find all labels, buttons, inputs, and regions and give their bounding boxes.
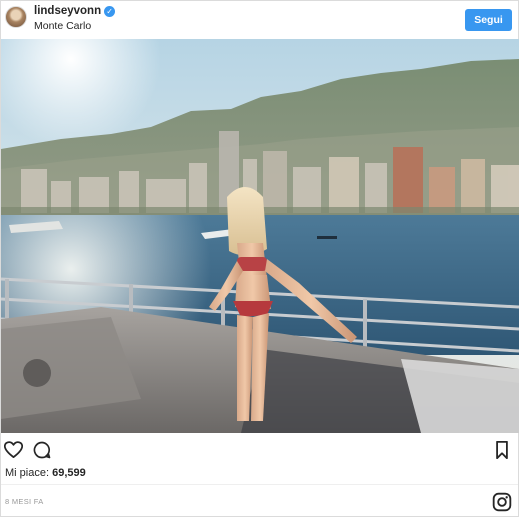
likes-label: Mi piace: [5,467,50,479]
likes-count[interactable]: Mi piace: 69,599 [5,467,86,479]
heart-icon[interactable] [4,441,23,459]
location-link[interactable]: Monte Carlo [34,20,91,32]
avatar[interactable] [5,6,27,28]
post-actions [1,437,518,463]
comment-icon[interactable] [33,441,51,459]
bookmark-icon[interactable] [495,441,509,459]
divider [1,484,518,485]
post-timestamp[interactable]: 8 MESI FA [5,497,44,506]
instagram-post-card: lindseyvonn ✓ Monte Carlo Segui Mi piace… [0,0,519,517]
post-photo[interactable] [1,39,519,433]
username-link[interactable]: lindseyvonn [34,5,101,17]
follow-button[interactable]: Segui [465,9,512,31]
username-row: lindseyvonn ✓ [34,5,116,17]
verified-icon: ✓ [104,5,116,17]
instagram-logo-icon[interactable] [492,492,512,512]
post-header: lindseyvonn ✓ Monte Carlo Segui [1,1,518,39]
likes-number: 69,599 [52,467,86,479]
